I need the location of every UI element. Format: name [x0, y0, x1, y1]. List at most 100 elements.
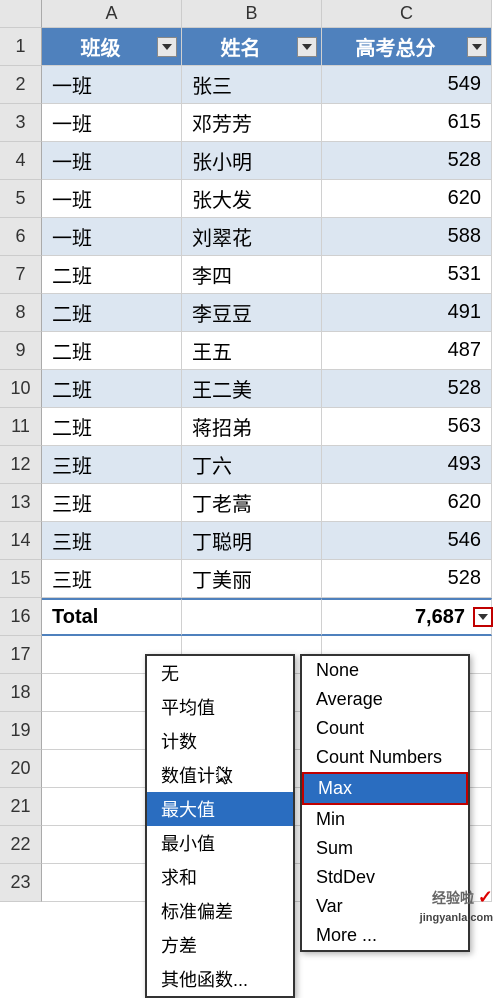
total-label-cell[interactable]: Total: [42, 598, 182, 636]
menu-item[interactable]: 最大值: [147, 792, 293, 826]
cell[interactable]: 528: [322, 560, 492, 598]
menu-item[interactable]: More ...: [302, 921, 468, 950]
col-header-b[interactable]: B: [182, 0, 322, 28]
cell[interactable]: 一班: [42, 142, 182, 180]
menu-item[interactable]: Min: [302, 805, 468, 834]
table-header-class[interactable]: 班级: [42, 28, 182, 66]
menu-item[interactable]: 求和: [147, 860, 293, 894]
menu-item[interactable]: None: [302, 656, 468, 685]
cell[interactable]: 615: [322, 104, 492, 142]
cell[interactable]: 张小明: [182, 142, 322, 180]
cell[interactable]: 三班: [42, 522, 182, 560]
cell[interactable]: 丁聪明: [182, 522, 322, 560]
row-header-10[interactable]: 10: [0, 370, 42, 408]
row-header-9[interactable]: 9: [0, 332, 42, 370]
cell[interactable]: 李四: [182, 256, 322, 294]
row-header-5[interactable]: 5: [0, 180, 42, 218]
menu-item[interactable]: Average: [302, 685, 468, 714]
col-header-c[interactable]: C: [322, 0, 492, 28]
cell[interactable]: 丁美丽: [182, 560, 322, 598]
cell[interactable]: 620: [322, 484, 492, 522]
cell[interactable]: 三班: [42, 560, 182, 598]
row-header-3[interactable]: 3: [0, 104, 42, 142]
menu-item[interactable]: Count Numbers: [302, 743, 468, 772]
cell[interactable]: 三班: [42, 446, 182, 484]
total-value-cell[interactable]: 7,687: [322, 598, 492, 636]
menu-item[interactable]: 其他函数...: [147, 962, 293, 996]
cell[interactable]: 王五: [182, 332, 322, 370]
cell[interactable]: 546: [322, 522, 492, 560]
cell[interactable]: 丁老蒿: [182, 484, 322, 522]
cell[interactable]: 邓芳芳: [182, 104, 322, 142]
cell[interactable]: 刘翠花: [182, 218, 322, 256]
filter-button[interactable]: [157, 37, 177, 57]
cell[interactable]: 一班: [42, 104, 182, 142]
row-header-16[interactable]: 16: [0, 598, 42, 636]
menu-item[interactable]: Count: [302, 714, 468, 743]
cell[interactable]: 二班: [42, 332, 182, 370]
cell[interactable]: 528: [322, 370, 492, 408]
menu-item[interactable]: Sum: [302, 834, 468, 863]
row-header-13[interactable]: 13: [0, 484, 42, 522]
menu-item[interactable]: 平均值: [147, 690, 293, 724]
cell[interactable]: 487: [322, 332, 492, 370]
aggregate-dropdown-button[interactable]: [473, 607, 493, 627]
cell[interactable]: 528: [322, 142, 492, 180]
cell[interactable]: 620: [322, 180, 492, 218]
cell[interactable]: 491: [322, 294, 492, 332]
row-header-23[interactable]: 23: [0, 864, 42, 902]
col-header-a[interactable]: A: [42, 0, 182, 28]
cell[interactable]: 蒋招弟: [182, 408, 322, 446]
cell[interactable]: 二班: [42, 370, 182, 408]
cell[interactable]: 丁六: [182, 446, 322, 484]
select-all-corner[interactable]: [0, 0, 42, 28]
row-header-12[interactable]: 12: [0, 446, 42, 484]
cell[interactable]: 563: [322, 408, 492, 446]
row-header-8[interactable]: 8: [0, 294, 42, 332]
chevron-down-icon: [302, 44, 312, 50]
cell[interactable]: 王二美: [182, 370, 322, 408]
row-header-1[interactable]: 1: [0, 28, 42, 66]
row-header-4[interactable]: 4: [0, 142, 42, 180]
filter-button[interactable]: [467, 37, 487, 57]
table-header-name[interactable]: 姓名: [182, 28, 322, 66]
row-header-2[interactable]: 2: [0, 66, 42, 104]
cell[interactable]: 三班: [42, 484, 182, 522]
cell[interactable]: 一班: [42, 180, 182, 218]
cell[interactable]: 李豆豆: [182, 294, 322, 332]
menu-item[interactable]: 最小值: [147, 826, 293, 860]
menu-item[interactable]: Max: [302, 772, 468, 805]
menu-item[interactable]: 计数: [147, 724, 293, 758]
cell[interactable]: 一班: [42, 66, 182, 104]
cell[interactable]: 二班: [42, 256, 182, 294]
cell[interactable]: [182, 598, 322, 636]
menu-item[interactable]: 方差: [147, 928, 293, 962]
row-header-11[interactable]: 11: [0, 408, 42, 446]
cell[interactable]: 493: [322, 446, 492, 484]
cell[interactable]: 张三: [182, 66, 322, 104]
cell[interactable]: 二班: [42, 294, 182, 332]
row-header-18[interactable]: 18: [0, 674, 42, 712]
menu-item[interactable]: 标准偏差: [147, 894, 293, 928]
cell[interactable]: 一班: [42, 218, 182, 256]
row-header-19[interactable]: 19: [0, 712, 42, 750]
table-header-score[interactable]: 高考总分: [322, 28, 492, 66]
cell[interactable]: 588: [322, 218, 492, 256]
row-header-14[interactable]: 14: [0, 522, 42, 560]
cell[interactable]: 531: [322, 256, 492, 294]
cell[interactable]: 549: [322, 66, 492, 104]
spreadsheet-grid: A B C: [0, 0, 503, 28]
cell[interactable]: 张大发: [182, 180, 322, 218]
row-header-6[interactable]: 6: [0, 218, 42, 256]
row-header-20[interactable]: 20: [0, 750, 42, 788]
row-header-7[interactable]: 7: [0, 256, 42, 294]
menu-item[interactable]: 无: [147, 656, 293, 690]
row-header-22[interactable]: 22: [0, 826, 42, 864]
cell[interactable]: 二班: [42, 408, 182, 446]
row-header-15[interactable]: 15: [0, 560, 42, 598]
aggregate-menu-cn: 无平均值计数数值计数最大值最小值求和标准偏差方差其他函数...: [145, 654, 295, 998]
filter-button[interactable]: [297, 37, 317, 57]
row-header-17[interactable]: 17: [0, 636, 42, 674]
mouse-cursor: [218, 766, 234, 786]
row-header-21[interactable]: 21: [0, 788, 42, 826]
